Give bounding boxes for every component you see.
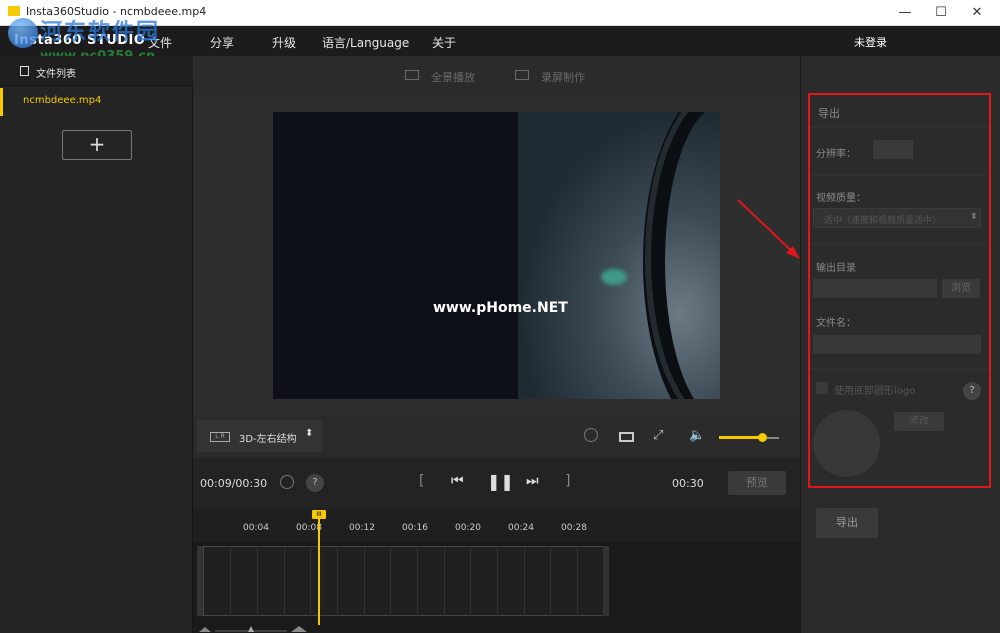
frame-icon[interactable] bbox=[619, 432, 634, 442]
file-list-item[interactable]: ncmbdeee.mp4 bbox=[0, 88, 193, 116]
app-icon bbox=[8, 6, 20, 16]
view-controls: L R 3D-左右结构 ⬍ ⤢ 🔈 bbox=[193, 416, 800, 458]
lr-icon: L R bbox=[210, 432, 230, 442]
fullscreen-icon[interactable]: ⤢ bbox=[653, 428, 663, 443]
help-button[interactable]: ? bbox=[306, 474, 324, 492]
stereo-mode-label: 3D-左右结构 bbox=[239, 434, 297, 445]
playhead-handle[interactable]: III bbox=[312, 510, 326, 519]
pause-icon[interactable]: ❚❚ bbox=[487, 472, 514, 491]
playback-controls: 00:09/00:30 ? [ ⏮ ❚❚ ⏭ ] 00:30 预览 bbox=[193, 458, 800, 510]
file-list-icon bbox=[20, 66, 29, 76]
end-time: 00:30 bbox=[672, 477, 704, 490]
file-list-title: 文件列表 bbox=[36, 69, 76, 80]
preview-button[interactable]: 预览 bbox=[728, 471, 786, 495]
panorama-icon bbox=[405, 70, 419, 80]
time-tick: 00:12 bbox=[349, 523, 375, 533]
current-time: 00:09/00:30 bbox=[200, 477, 268, 490]
timeline-ruler: 00:04 00:08 00:12 00:16 00:20 00:24 00:2… bbox=[193, 510, 800, 542]
trim-handle-right[interactable] bbox=[603, 546, 609, 616]
mark-in-button[interactable]: [ bbox=[419, 473, 424, 489]
file-name: ncmbdeee.mp4 bbox=[23, 95, 102, 106]
file-sidebar: 文件列表 ncmbdeee.mp4 + bbox=[0, 56, 193, 633]
menu-language[interactable]: 语言/Language bbox=[322, 34, 409, 51]
watermark-globe-icon bbox=[8, 18, 38, 48]
panorama-play-button[interactable]: 全景播放 bbox=[431, 69, 475, 85]
next-frame-icon[interactable]: ⏭ bbox=[526, 473, 539, 489]
time-tick: 00:16 bbox=[402, 523, 428, 533]
trim-handle-left[interactable] bbox=[197, 546, 203, 616]
prev-frame-icon[interactable]: ⏮ bbox=[451, 473, 464, 489]
video-watermark: www.pHome.NET bbox=[433, 300, 568, 316]
time-tick: 00:24 bbox=[508, 523, 534, 533]
volume-icon[interactable]: 🔈 bbox=[689, 428, 705, 443]
updown-arrow-icon: ⬍ bbox=[305, 428, 314, 439]
timeline-zoom-slider[interactable] bbox=[193, 623, 313, 633]
menu-about[interactable]: 关于 bbox=[432, 34, 456, 51]
file-list-header: 文件列表 bbox=[0, 56, 193, 86]
stereo-mode-select[interactable]: L R 3D-左右结构 ⬍ bbox=[197, 420, 322, 452]
reset-view-icon[interactable] bbox=[584, 428, 598, 442]
time-tick: 00:04 bbox=[243, 523, 269, 533]
time-tick: 00:20 bbox=[455, 523, 481, 533]
volume-fill bbox=[719, 436, 763, 439]
video-highlight bbox=[601, 269, 627, 285]
view-toolbar: 全景播放 录屏制作 bbox=[193, 56, 800, 96]
volume-knob[interactable] bbox=[758, 433, 768, 442]
login-status[interactable]: 未登录 bbox=[854, 34, 887, 50]
screen-record-button[interactable]: 录屏制作 bbox=[541, 69, 585, 85]
menu-share[interactable]: 分享 bbox=[210, 34, 234, 51]
close-button[interactable]: ✕ bbox=[954, 0, 1000, 26]
playhead bbox=[318, 519, 320, 625]
video-preview[interactable]: www.pHome.NET bbox=[273, 112, 720, 399]
menu-upgrade[interactable]: 升级 bbox=[272, 34, 296, 51]
mark-out-button[interactable]: ] bbox=[565, 473, 570, 489]
record-icon bbox=[515, 70, 529, 80]
export-panel-highlight bbox=[808, 93, 991, 488]
add-file-button[interactable]: + bbox=[62, 130, 132, 160]
time-tick: 00:28 bbox=[561, 523, 587, 533]
video-track[interactable] bbox=[203, 546, 605, 617]
target-icon[interactable] bbox=[280, 475, 294, 489]
watermark-text: 河东软件园 bbox=[40, 20, 161, 45]
timeline[interactable]: 00:04 00:08 00:12 00:16 00:20 00:24 00:2… bbox=[193, 510, 800, 633]
export-button[interactable]: 导出 bbox=[816, 508, 878, 538]
